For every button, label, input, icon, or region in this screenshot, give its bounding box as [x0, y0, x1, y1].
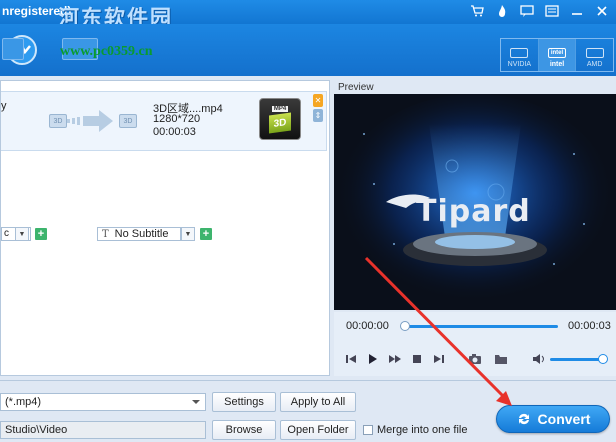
preview-logo-text: Tipard	[416, 194, 531, 229]
merge-checkbox[interactable]	[363, 425, 373, 435]
playback-controls: 00:00:00 00:00:03	[334, 312, 616, 376]
menu-icon[interactable]	[544, 3, 560, 19]
audio-dropdown-icon[interactable]: ▼	[15, 227, 29, 241]
thumb-format-tag: MP4	[271, 106, 289, 112]
subtitle-value: No Subtitle	[114, 228, 169, 240]
watermark-url: www.pc0359.cn	[60, 44, 153, 59]
gpu-nvidia[interactable]: NVIDIA	[501, 39, 539, 71]
volume-knob[interactable]	[598, 354, 608, 364]
gpu-intel[interactable]: intel intel	[538, 39, 577, 71]
merge-label: Merge into one file	[377, 424, 468, 436]
preview-screen: Tipard	[334, 94, 616, 310]
open-folder-button[interactable]: Open Folder	[280, 420, 356, 440]
profile-value: (*.mp4)	[5, 396, 42, 408]
subtitle-dropdown-icon[interactable]: ▼	[181, 227, 195, 241]
convert-icon	[518, 413, 529, 425]
subtitle-select[interactable]: T No Subtitle	[97, 227, 181, 241]
minimize-icon[interactable]	[569, 3, 585, 19]
fast-forward-icon[interactable]	[388, 352, 402, 366]
settings-label: Settings	[224, 396, 264, 408]
next-icon[interactable]	[432, 352, 446, 366]
output-duration: 00:00:03	[153, 126, 196, 138]
intel-icon: intel	[548, 48, 566, 58]
convert-arrow-icon	[67, 110, 113, 132]
nvidia-icon	[510, 48, 529, 58]
feedback-icon[interactable]	[519, 3, 535, 19]
file-item[interactable]: y 3D 3D 3D区域....mp4 1280*720 00:00:03 MP…	[1, 91, 327, 151]
gpu-acceleration-panel: NVIDIA intel intel AMD	[500, 38, 614, 72]
browse-label: Browse	[225, 424, 263, 436]
stop-icon[interactable]	[410, 352, 424, 366]
current-time: 00:00:00	[346, 320, 389, 332]
convert-label: Convert	[537, 411, 591, 427]
add-file-button[interactable]	[2, 38, 24, 60]
preview-label: Preview	[338, 82, 374, 93]
add-audio-button[interactable]: +	[35, 228, 47, 240]
cart-icon[interactable]	[469, 3, 485, 19]
title-bar: nregistered) 河东软件园	[0, 0, 616, 30]
volume-icon[interactable]	[532, 352, 546, 366]
gpu-intel-label: intel	[549, 61, 565, 68]
remove-item-icon[interactable]: ✕	[313, 94, 323, 107]
profile-select[interactable]: (*.mp4)	[0, 393, 206, 411]
settings-button[interactable]: Settings	[212, 392, 276, 412]
seek-bar[interactable]	[404, 325, 558, 328]
output-resolution: 1280*720	[153, 113, 201, 125]
output-3d-icon: 3D	[119, 114, 137, 128]
add-subtitle-button[interactable]: +	[200, 228, 212, 240]
convert-button[interactable]: Convert	[496, 405, 610, 433]
source-name-fragment: y	[1, 100, 7, 112]
open-folder-label: Open Folder	[287, 424, 349, 436]
previous-icon[interactable]	[344, 352, 358, 366]
gpu-amd[interactable]: AMD	[576, 39, 613, 71]
total-time: 00:00:03	[568, 320, 611, 332]
output-format-thumbnail[interactable]: MP4 3D	[259, 98, 301, 140]
volume-slider[interactable]	[550, 358, 602, 361]
flame-icon[interactable]	[494, 3, 510, 19]
item-controls: ✕ ⇕	[313, 94, 323, 124]
destination-value: Studio\Video	[5, 424, 68, 436]
thumb-3d-label: 3D	[269, 112, 291, 134]
profile-dropdown-icon[interactable]	[192, 400, 200, 404]
destination-field[interactable]: Studio\Video	[0, 421, 206, 439]
file-list: y 3D 3D 3D区域....mp4 1280*720 00:00:03 MP…	[0, 80, 330, 376]
close-icon[interactable]	[594, 3, 610, 19]
bottom-panel: (*.mp4) Settings Apply to All Studio\Vid…	[0, 380, 616, 442]
toolbar: www.pc0359.cn NVIDIA intel intel AMD	[0, 24, 616, 76]
apply-to-all-button[interactable]: Apply to All	[280, 392, 356, 412]
browse-button[interactable]: Browse	[212, 420, 276, 440]
amd-icon	[585, 48, 604, 58]
subtitle-t-icon: T	[102, 228, 109, 240]
seek-knob[interactable]	[400, 321, 410, 331]
gpu-nvidia-label: NVIDIA	[507, 61, 531, 68]
gpu-amd-label: AMD	[586, 61, 603, 68]
reorder-icon[interactable]: ⇕	[313, 109, 323, 122]
merge-option[interactable]: Merge into one file	[363, 424, 468, 436]
source-3d-icon: 3D	[49, 114, 67, 128]
play-icon[interactable]	[366, 352, 380, 366]
apply-to-all-label: Apply to All	[290, 396, 346, 408]
snapshot-icon[interactable]	[468, 352, 482, 366]
folder-icon[interactable]	[494, 352, 508, 366]
